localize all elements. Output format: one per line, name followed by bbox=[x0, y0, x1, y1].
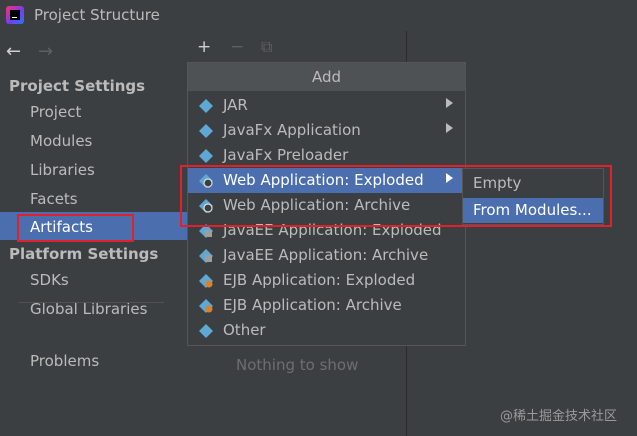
sidebar-item-facets[interactable]: Facets bbox=[30, 190, 78, 208]
sidebar-divider bbox=[18, 302, 164, 303]
sidebar-item-sdks[interactable]: SDKs bbox=[30, 271, 69, 289]
sidebar-item-problems[interactable]: Problems bbox=[30, 352, 99, 370]
forward-arrow-icon[interactable]: → bbox=[38, 41, 53, 62]
empty-list-text: Nothing to show bbox=[236, 356, 359, 374]
menu-item-label: JAR bbox=[223, 96, 248, 114]
menu-item-label: EJB Application: Exploded bbox=[223, 271, 416, 289]
javafx-icon bbox=[199, 148, 213, 163]
remove-icon[interactable]: − bbox=[230, 37, 244, 57]
javaee-icon bbox=[199, 248, 213, 263]
menu-item-label: JavaEE Application: Archive bbox=[223, 246, 429, 264]
window-title: Project Structure bbox=[34, 6, 160, 24]
back-arrow-icon[interactable]: ← bbox=[6, 41, 21, 62]
ejb-icon bbox=[199, 298, 213, 313]
menu-item-other[interactable]: Other bbox=[188, 318, 465, 343]
title-bar: Project Structure bbox=[0, 0, 637, 31]
menu-item-label: JavaFx Preloader bbox=[223, 146, 349, 164]
add-icon[interactable]: + bbox=[197, 37, 211, 57]
menu-item-jar[interactable]: JAR bbox=[188, 93, 465, 118]
menu-item-label: Other bbox=[223, 321, 266, 339]
menu-item-javaee-application-archive[interactable]: JavaEE Application: Archive bbox=[188, 243, 465, 268]
menu-item-ejb-application-exploded[interactable]: EJB Application: Exploded bbox=[188, 268, 465, 293]
popup-title: Add bbox=[188, 63, 465, 91]
annotation-box-web-application bbox=[180, 165, 612, 227]
section-platform-settings: Platform Settings bbox=[9, 245, 159, 263]
ejb-icon bbox=[199, 273, 213, 288]
copy-icon[interactable]: ⧉ bbox=[261, 37, 272, 57]
other-icon bbox=[199, 323, 213, 338]
jar-icon bbox=[199, 98, 213, 113]
javafx-icon bbox=[199, 123, 213, 138]
annotation-box-artifacts bbox=[17, 214, 134, 242]
submenu-arrow-icon bbox=[446, 123, 453, 133]
menu-item-label: JavaFx Application bbox=[223, 121, 361, 139]
watermark: @稀土掘金技术社区 bbox=[500, 409, 618, 424]
menu-item-label: EJB Application: Archive bbox=[223, 296, 402, 314]
section-project-settings: Project Settings bbox=[9, 77, 146, 95]
menu-item-ejb-application-archive[interactable]: EJB Application: Archive bbox=[188, 293, 465, 318]
menu-item-javafx-application[interactable]: JavaFx Application bbox=[188, 118, 465, 143]
sidebar-item-libraries[interactable]: Libraries bbox=[30, 161, 95, 179]
intellij-logo-icon bbox=[6, 6, 24, 24]
sidebar-item-project[interactable]: Project bbox=[30, 103, 81, 121]
sidebar-item-modules[interactable]: Modules bbox=[30, 132, 92, 150]
submenu-arrow-icon bbox=[446, 98, 453, 108]
